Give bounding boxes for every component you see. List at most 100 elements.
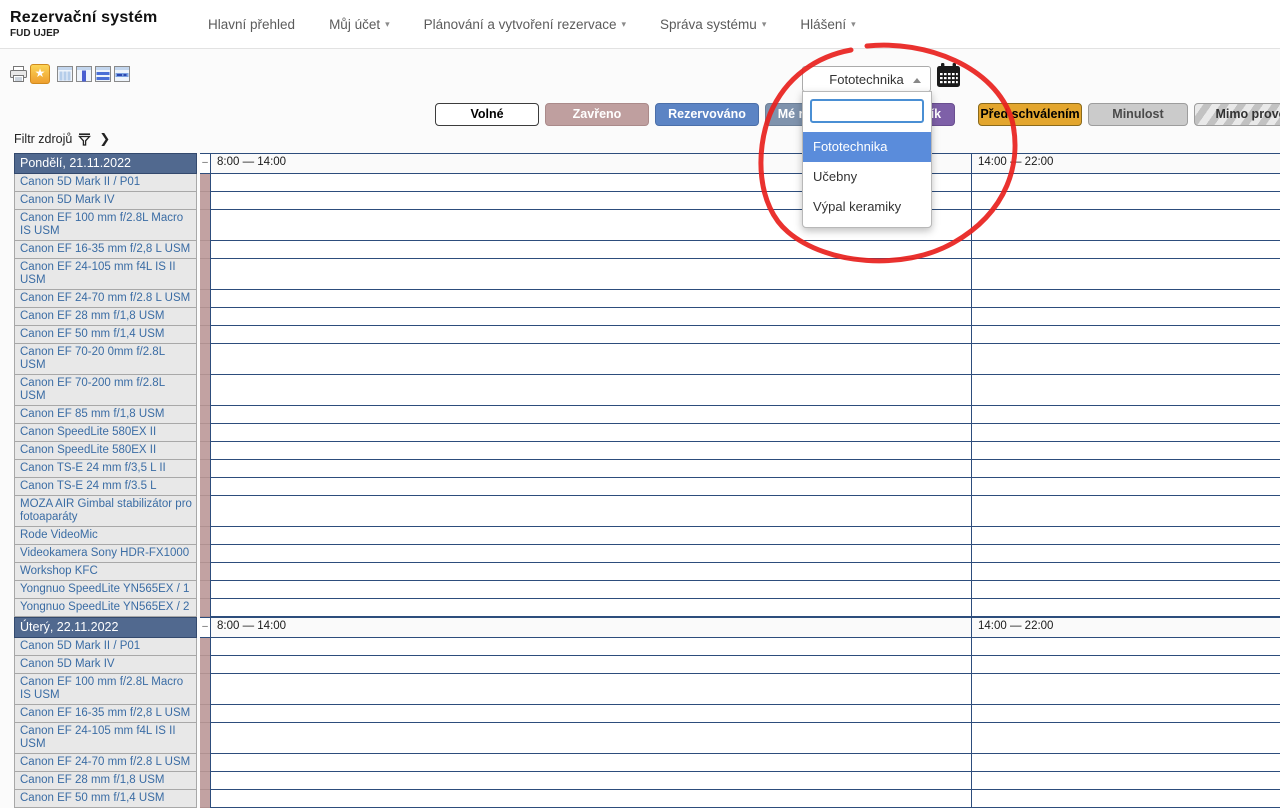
time-slot[interactable] — [971, 174, 1280, 192]
time-slot[interactable] — [971, 496, 1280, 527]
resource-link[interactable]: Canon EF 24-105 mm f4L IS II USM — [14, 723, 197, 754]
resource-link[interactable]: Canon 5D Mark II / P01 — [14, 638, 197, 656]
time-slot[interactable] — [210, 723, 971, 754]
resource-link[interactable]: Canon EF 16-35 mm f/2,8 L USM — [14, 241, 197, 259]
time-slot[interactable] — [210, 478, 971, 496]
resource-link[interactable]: Canon EF 24-70 mm f/2.8 L USM — [14, 754, 197, 772]
time-slot[interactable] — [971, 656, 1280, 674]
resource-link[interactable]: Canon EF 70-20 0mm f/2.8L USM — [14, 344, 197, 375]
resource-link[interactable]: Canon EF 70-200 mm f/2.8L USM — [14, 375, 197, 406]
dropdown-option[interactable]: Výpal keramiky — [803, 192, 931, 222]
time-slot[interactable] — [210, 344, 971, 375]
resource-link[interactable]: Canon EF 85 mm f/1,8 USM — [14, 406, 197, 424]
time-slot[interactable] — [971, 599, 1280, 617]
view-rows-icon[interactable] — [95, 66, 111, 82]
time-slot[interactable] — [971, 406, 1280, 424]
legend-button[interactable]: Volné — [435, 103, 539, 126]
time-slot[interactable] — [971, 772, 1280, 790]
time-slot[interactable] — [971, 723, 1280, 754]
resource-link[interactable]: Canon 5D Mark IV — [14, 656, 197, 674]
resource-link[interactable]: Yongnuo SpeedLite YN565EX / 1 — [14, 581, 197, 599]
view-column-icon[interactable] — [76, 66, 92, 82]
resource-link[interactable]: Canon EF 50 mm f/1,4 USM — [14, 790, 197, 808]
favorites-star-icon[interactable]: ★ — [30, 64, 50, 84]
time-slot[interactable] — [210, 406, 971, 424]
time-slot[interactable] — [971, 424, 1280, 442]
resource-link[interactable]: Canon EF 24-105 mm f4L IS II USM — [14, 259, 197, 290]
resource-link[interactable]: Canon EF 100 mm f/2.8L Macro IS USM — [14, 674, 197, 705]
time-slot[interactable] — [971, 326, 1280, 344]
nav-item[interactable]: Hlavní přehled ▾ — [208, 17, 295, 32]
resource-link[interactable]: Videokamera Sony HDR-FX1000 — [14, 545, 197, 563]
time-slot[interactable] — [210, 375, 971, 406]
resource-link[interactable]: Canon EF 100 mm f/2.8L Macro IS USM — [14, 210, 197, 241]
time-slot[interactable] — [971, 375, 1280, 406]
nav-item[interactable]: Můj účet ▾ — [329, 17, 390, 32]
resource-link[interactable]: MOZA AIR Gimbal stabilizátor pro fotoapa… — [14, 496, 197, 527]
resource-link[interactable]: Workshop KFC — [14, 563, 197, 581]
time-slot[interactable] — [971, 210, 1280, 241]
time-slot[interactable] — [210, 772, 971, 790]
legend-button[interactable]: Před schválením — [978, 103, 1082, 126]
time-slot[interactable] — [210, 460, 971, 478]
time-slot[interactable] — [210, 656, 971, 674]
time-slot[interactable] — [971, 290, 1280, 308]
time-slot[interactable] — [210, 290, 971, 308]
time-slot[interactable] — [971, 674, 1280, 705]
resource-link[interactable]: Canon EF 16-35 mm f/2,8 L USM — [14, 705, 197, 723]
dropdown-option[interactable]: Učebny — [803, 162, 931, 192]
resource-link[interactable]: Canon EF 24-70 mm f/2.8 L USM — [14, 290, 197, 308]
time-slot[interactable] — [210, 674, 971, 705]
time-slot[interactable] — [210, 496, 971, 527]
time-slot[interactable] — [971, 581, 1280, 599]
time-slot[interactable] — [210, 424, 971, 442]
resource-link[interactable]: Canon EF 28 mm f/1,8 USM — [14, 308, 197, 326]
time-slot[interactable] — [971, 563, 1280, 581]
time-slot[interactable] — [971, 705, 1280, 723]
time-slot[interactable] — [210, 563, 971, 581]
legend-button[interactable]: Mimo provoz — [1194, 103, 1280, 126]
view-schedule-icon[interactable] — [57, 66, 73, 82]
legend-button[interactable]: Minulost — [1088, 103, 1188, 126]
nav-item[interactable]: Hlášení ▾ — [800, 17, 855, 32]
time-slot[interactable] — [210, 638, 971, 656]
time-slot[interactable] — [210, 754, 971, 772]
resource-link[interactable]: Canon SpeedLite 580EX II — [14, 442, 197, 460]
time-slot[interactable] — [971, 545, 1280, 563]
time-slot[interactable] — [971, 638, 1280, 656]
expand-chevron-icon[interactable]: ❯ — [99, 131, 110, 147]
resource-link[interactable]: Yongnuo SpeedLite YN565EX / 2 — [14, 599, 197, 617]
resource-link[interactable]: Canon EF 28 mm f/1,8 USM — [14, 772, 197, 790]
time-slot[interactable] — [971, 460, 1280, 478]
resource-link[interactable]: Rode VideoMic — [14, 527, 197, 545]
time-slot[interactable] — [971, 790, 1280, 808]
nav-item[interactable]: Správa systému ▾ — [660, 17, 766, 32]
print-icon[interactable] — [10, 66, 27, 82]
time-slot[interactable] — [210, 326, 971, 344]
resource-link[interactable]: Canon EF 50 mm f/1,4 USM — [14, 326, 197, 344]
time-slot[interactable] — [210, 259, 971, 290]
time-slot[interactable] — [971, 478, 1280, 496]
legend-button[interactable]: Rezervováno — [655, 103, 759, 126]
nav-item[interactable]: Plánování a vytvoření rezervace ▾ — [424, 17, 626, 32]
time-slot[interactable] — [971, 527, 1280, 545]
time-slot[interactable] — [210, 241, 971, 259]
resource-link[interactable]: Canon TS-E 24 mm f/3,5 L II — [14, 460, 197, 478]
time-slot[interactable] — [971, 259, 1280, 290]
time-slot[interactable] — [971, 308, 1280, 326]
time-slot[interactable] — [210, 308, 971, 326]
view-condensed-icon[interactable] — [114, 66, 130, 82]
time-slot[interactable] — [971, 442, 1280, 460]
time-slot[interactable] — [210, 527, 971, 545]
category-search-input[interactable] — [810, 99, 924, 123]
time-slot[interactable] — [971, 241, 1280, 259]
resource-link[interactable]: Canon 5D Mark II / P01 — [14, 174, 197, 192]
time-slot[interactable] — [971, 192, 1280, 210]
calendar-icon[interactable] — [936, 62, 961, 88]
collapse-toggle[interactable]: – — [200, 617, 210, 638]
filter-funnel-icon[interactable] — [78, 133, 91, 146]
time-slot[interactable] — [971, 344, 1280, 375]
resource-link[interactable]: Canon TS-E 24 mm f/3.5 L — [14, 478, 197, 496]
category-select[interactable]: Fototechnika — [802, 66, 931, 92]
time-slot[interactable] — [210, 545, 971, 563]
